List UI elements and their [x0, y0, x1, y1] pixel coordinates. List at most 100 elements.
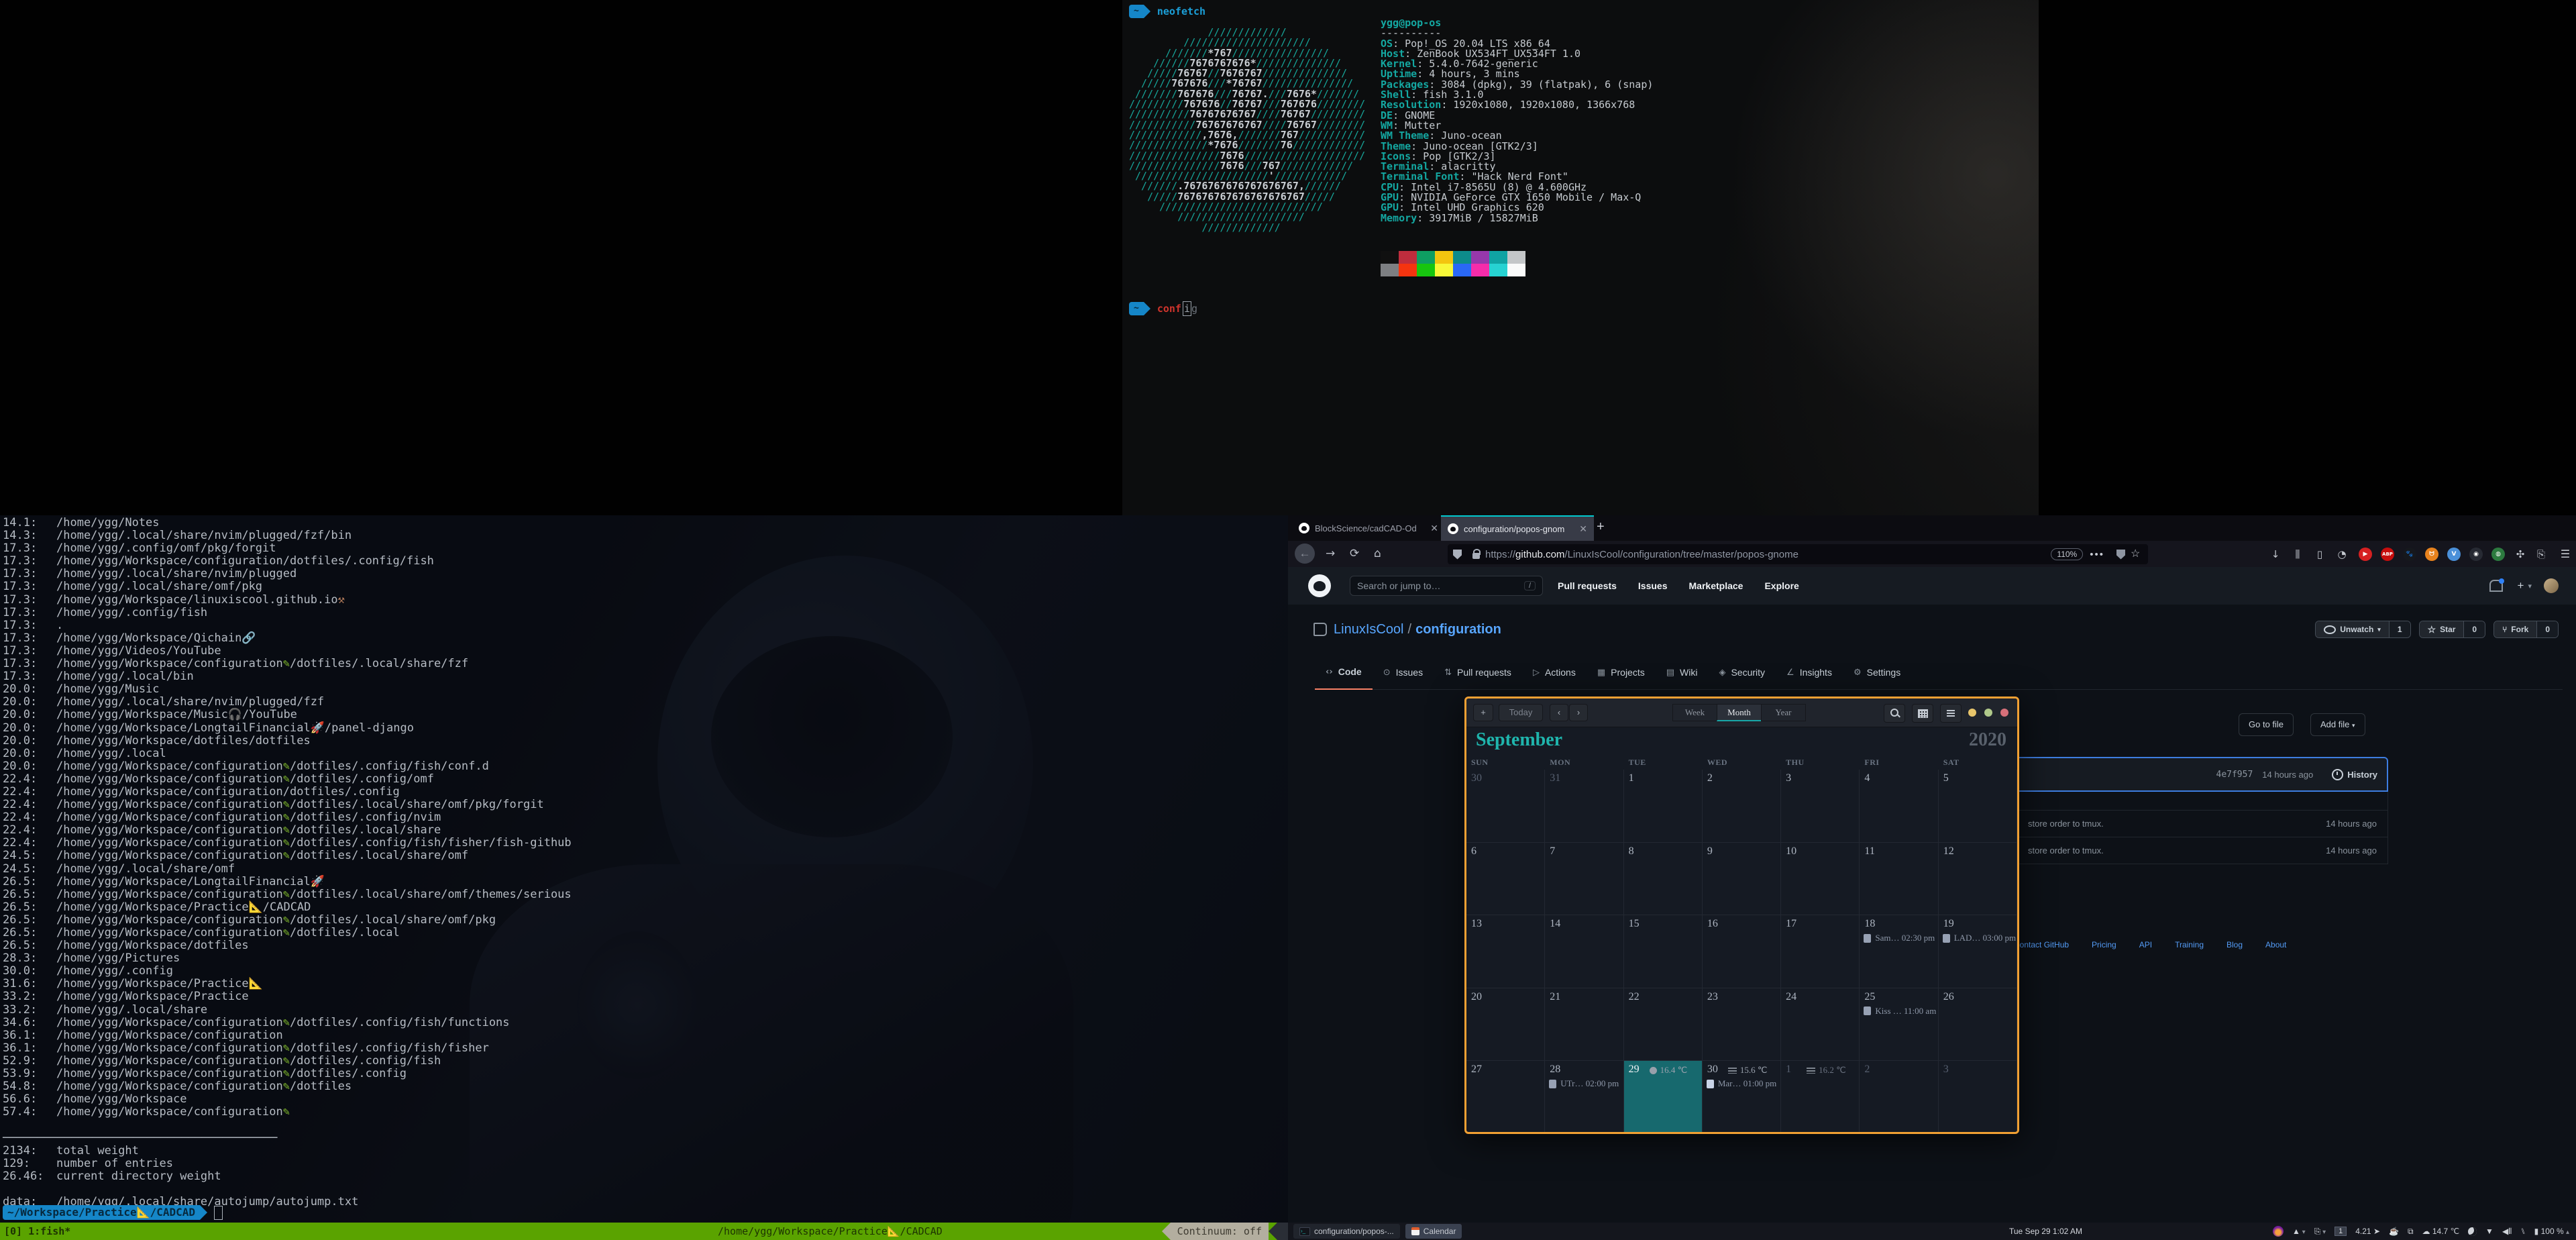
close-tab-icon[interactable]: ✕ — [1579, 523, 1587, 535]
browser-tab[interactable]: configuration/popos-gnom✕ — [1441, 515, 1594, 541]
next-month-button[interactable]: › — [1569, 704, 1588, 721]
unwatch-button[interactable]: Unwatch▾ 1 — [2315, 621, 2410, 638]
footer-link[interactable]: Training — [2175, 940, 2204, 949]
window-maximize-dot[interactable] — [1984, 709, 1992, 717]
library-icon[interactable]: ⫼ — [2291, 548, 2304, 561]
calendar-day-cell[interactable]: 6 — [1466, 843, 1545, 916]
calendar-day-cell[interactable]: 3 — [1781, 770, 1860, 843]
battery-indicator[interactable]: ▮ 100 % ▴ — [2534, 1227, 2569, 1236]
user-avatar[interactable] — [2544, 578, 2559, 593]
taskbar-window-terminal[interactable]: ›_configuration/popos-... — [1293, 1224, 1400, 1239]
github-nav-item[interactable]: Pull requests — [1558, 580, 1617, 591]
back-button[interactable]: ← — [1295, 544, 1315, 564]
calendar-day-cell[interactable]: 4 — [1860, 770, 1938, 843]
fork-count[interactable]: 0 — [2536, 621, 2558, 637]
zoom-level-badge[interactable]: 110% — [2051, 548, 2083, 560]
add-file-button[interactable]: Add file ▾ — [2310, 713, 2365, 736]
calendar-event[interactable]: LAD… 03:00 pm — [1943, 933, 2016, 943]
calendar-day-cell[interactable]: 2 — [1703, 770, 1781, 843]
caffeine-cup-icon[interactable]: ☕ — [2389, 1227, 2399, 1236]
account-icon[interactable]: ◔ — [2335, 548, 2349, 561]
calendars-button[interactable] — [1912, 704, 1933, 723]
calendar-day-cell[interactable]: 7 — [1545, 843, 1623, 916]
commit-message[interactable]: store order to tmux. — [2028, 819, 2104, 829]
footer-link[interactable]: Blog — [2226, 940, 2243, 949]
vpn-shield-icon[interactable]: ▼ — [2485, 1227, 2493, 1236]
atom-extension-icon[interactable]: ✣ — [2514, 548, 2527, 561]
clipboard-extension-icon[interactable]: ⎘ — [2534, 548, 2548, 561]
repo-tab-actions[interactable]: ▷Actions — [1522, 655, 1587, 690]
bookmark-shield-icon[interactable] — [2116, 550, 2125, 560]
calendar-day-cell[interactable]: 26 — [1939, 988, 2017, 1062]
reload-button[interactable]: ⟳ — [1350, 547, 1359, 560]
calendar-day-cell[interactable]: 2 — [1860, 1061, 1938, 1134]
calendar-day-cell[interactable]: 22 — [1624, 988, 1703, 1062]
notifications-bell-icon[interactable] — [2489, 580, 2503, 592]
calendar-day-cell[interactable]: 14 — [1545, 915, 1623, 988]
github-search-box[interactable]: Search or jump to… / — [1350, 576, 1543, 596]
new-tab-button[interactable]: + — [1597, 519, 1605, 535]
create-new-icon[interactable]: + — [2518, 579, 2524, 592]
microphone-icon[interactable]: ⑊ — [2520, 1227, 2525, 1236]
calendar-day-cell[interactable]: 16 — [1703, 915, 1781, 988]
calendar-day-cell[interactable]: 31 — [1545, 770, 1623, 843]
menu-button[interactable] — [1940, 704, 1962, 723]
taskbar-clock[interactable]: Tue Sep 29 1:02 AM — [2009, 1227, 2082, 1236]
tracking-protection-icon[interactable] — [1453, 550, 1462, 560]
calendar-day-cell[interactable]: 17 — [1781, 915, 1860, 988]
close-tab-icon[interactable]: ✕ — [1430, 523, 1438, 534]
page-actions-icon[interactable]: ••• — [2090, 549, 2104, 560]
calendar-event[interactable]: Mar… 01:00 pm — [1707, 1078, 1776, 1089]
footer-link[interactable]: Contact GitHub — [2014, 940, 2069, 949]
history-link[interactable]: History — [2332, 769, 2377, 780]
commit-message[interactable]: store order to tmux. — [2028, 845, 2104, 856]
calendar-day-cell[interactable]: 116.2 ℃ — [1781, 1061, 1860, 1134]
night-light-moon-icon[interactable] — [2468, 1227, 2477, 1236]
window-close-dot[interactable] — [2000, 709, 2008, 717]
eject-icon[interactable]: ▲ ▾ — [2292, 1227, 2306, 1236]
workspace-indicator[interactable]: 1 — [2334, 1227, 2347, 1236]
bookmark-star-icon[interactable]: ☆ — [2131, 549, 2141, 560]
taskbar-window-calendar[interactable]: Calendar — [1405, 1224, 1462, 1239]
new-event-button[interactable]: + — [1473, 704, 1493, 721]
adblock-plus-extension-icon[interactable]: ABP — [2381, 548, 2394, 561]
weather-indicator[interactable]: ☁ 14.7 ℃ — [2422, 1227, 2460, 1236]
repo-tab-wiki[interactable]: ▤Wiki — [1656, 655, 1709, 690]
repo-tab-code[interactable]: ‹›Code — [1315, 655, 1373, 690]
calendar-day-cell[interactable]: 13 — [1466, 915, 1545, 988]
commit-hash[interactable]: 4e7f957 — [2216, 770, 2253, 780]
footer-link[interactable]: Pricing — [2092, 940, 2116, 949]
gnome-shell-extension-icon[interactable]: 🐾 — [2403, 548, 2416, 561]
window-minimize-dot[interactable] — [1968, 709, 1976, 717]
repo-tab-security[interactable]: ◈Security — [1708, 655, 1776, 690]
repo-tab-settings[interactable]: ⚙Settings — [1843, 655, 1911, 690]
search-button[interactable] — [1884, 704, 1905, 723]
browser-tab[interactable]: BlockScience/cadCAD-Od✕ — [1292, 515, 1445, 541]
metamask-extension-icon[interactable]: ᗢ — [2425, 548, 2438, 561]
footer-link[interactable]: API — [2139, 940, 2152, 949]
fork-button[interactable]: ⑂Fork 0 — [2493, 621, 2559, 638]
menu-hamburger-icon[interactable]: ☰ — [2559, 548, 2572, 561]
github-nav-item[interactable]: Marketplace — [1689, 580, 1743, 591]
enhancer-youtube-extension-icon[interactable]: ▶ — [2359, 548, 2372, 561]
calendar-day-cell[interactable]: 3015.6 ℃Mar… 01:00 pm — [1703, 1061, 1781, 1134]
gnome-calendar-window[interactable]: + Today ‹ › WeekMonthYear September 2020… — [1464, 696, 2019, 1134]
repo-tab-projects[interactable]: ▦Projects — [1587, 655, 1656, 690]
calendar-day-cell[interactable]: 8 — [1624, 843, 1703, 916]
calendar-day-cell[interactable]: 10 — [1781, 843, 1860, 916]
calendar-event[interactable]: Kiss … 11:00 am — [1864, 1006, 1936, 1017]
globe-extension-icon[interactable]: ◍ — [2491, 548, 2505, 561]
calendar-day-cell[interactable]: 24 — [1781, 988, 1860, 1062]
calendar-day-cell[interactable]: 1 — [1624, 770, 1703, 843]
darkreader-extension-icon[interactable]: ◉ — [2469, 548, 2483, 561]
forward-button[interactable]: → — [1326, 547, 1335, 560]
sidebar-icon[interactable]: ▯ — [2313, 548, 2326, 561]
home-button[interactable]: ⌂ — [1374, 547, 1381, 560]
calendar-day-cell[interactable]: 23 — [1703, 988, 1781, 1062]
calendar-day-cell[interactable]: 28UTr… 02:00 pm — [1545, 1061, 1623, 1134]
view-year[interactable]: Year — [1761, 704, 1806, 721]
calendar-day-cell[interactable]: 5 — [1939, 770, 2017, 843]
watch-count[interactable]: 1 — [2389, 621, 2410, 637]
repo-tab-issues[interactable]: ⊙Issues — [1373, 655, 1434, 690]
calendar-day-cell[interactable]: 21 — [1545, 988, 1623, 1062]
